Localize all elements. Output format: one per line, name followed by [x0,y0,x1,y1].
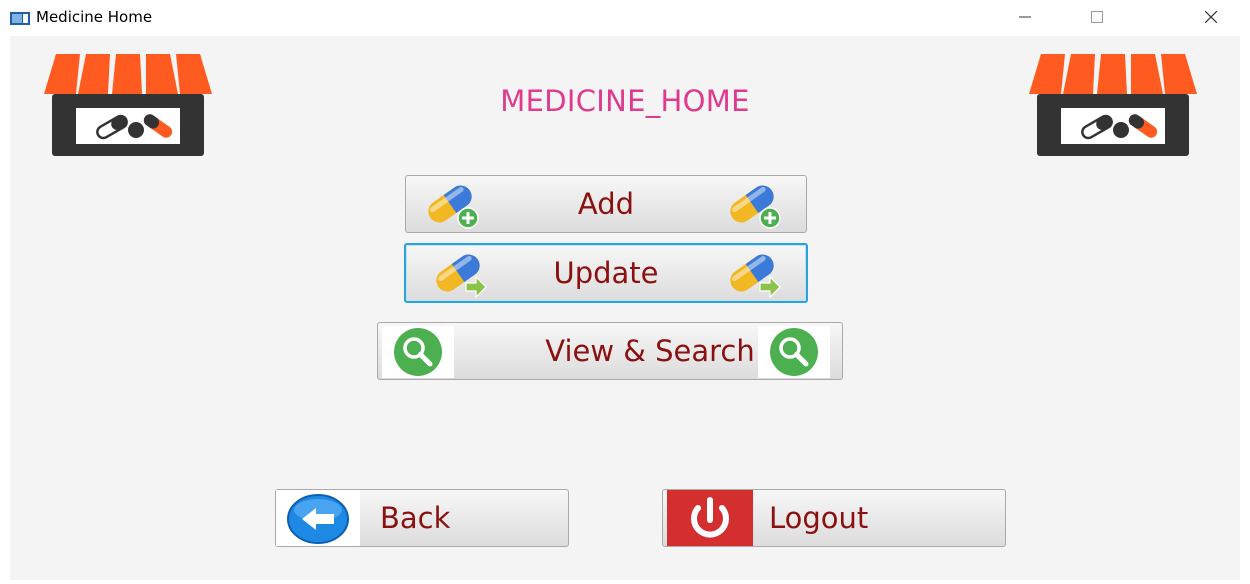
back-button[interactable]: Back [275,489,569,547]
title-bar: Medicine Home [0,0,1250,36]
view-search-button[interactable]: View & Search [377,322,843,380]
maximize-button[interactable] [1074,0,1120,34]
add-button[interactable]: Add [405,175,807,233]
back-button-label: Back [380,501,451,535]
power-icon [667,490,753,546]
minimize-button[interactable] [1002,0,1048,34]
minimize-icon [1019,16,1031,18]
maximize-icon [1091,11,1103,23]
window-title: Medicine Home [36,8,153,26]
close-icon [1205,11,1217,23]
search-icon [758,326,830,378]
logout-button-label: Logout [769,501,869,535]
close-button[interactable] [1188,0,1234,34]
update-button[interactable]: Update [404,243,808,303]
logout-button[interactable]: Logout [662,489,1006,547]
back-arrow-icon [287,494,349,544]
pill-add-icon [726,181,781,229]
pill-update-icon [726,250,781,299]
page-title: MEDICINE_HOME [500,84,750,118]
app-icon [10,12,30,25]
